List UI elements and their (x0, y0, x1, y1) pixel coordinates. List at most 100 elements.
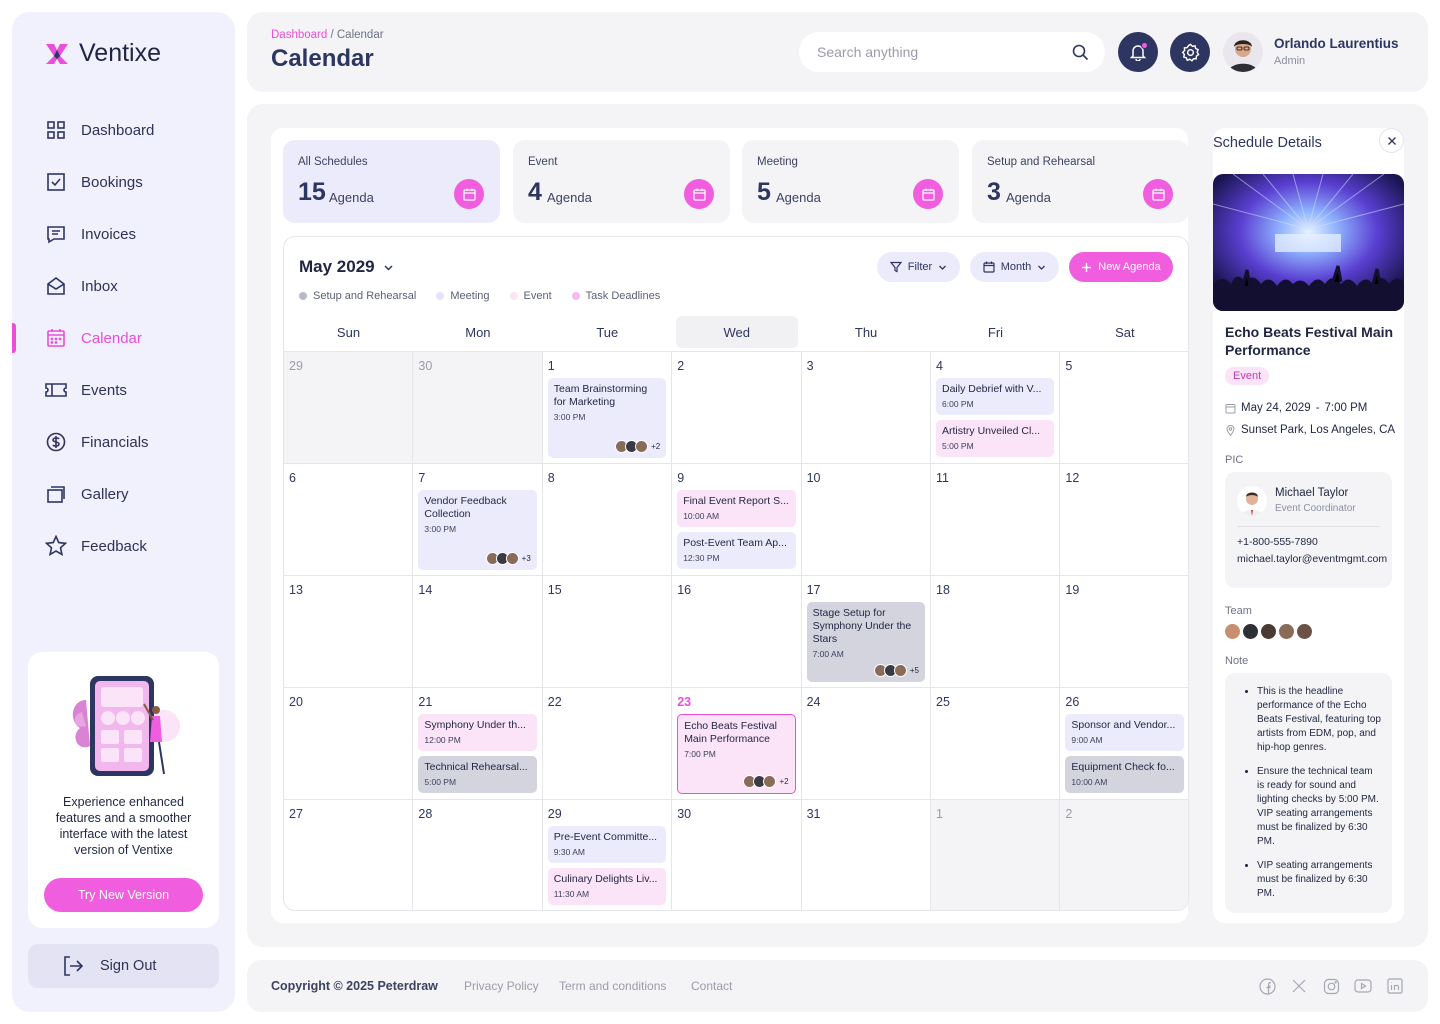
team-avatar[interactable] (1261, 624, 1276, 639)
stat-card-setup-rehearsal[interactable]: Setup and Rehearsal 3 Agenda (972, 140, 1189, 223)
privacy-policy-link[interactable]: Privacy Policy (464, 979, 539, 993)
user-role: Admin (1274, 55, 1306, 67)
team-avatar[interactable] (1297, 624, 1312, 639)
calendar-day-cell[interactable]: 8 (542, 463, 673, 575)
app-logo[interactable]: Ventixe (45, 39, 161, 68)
sidebar-item-invoices[interactable]: Invoices (12, 208, 235, 260)
month-selector[interactable]: May 2029 (299, 257, 394, 277)
calendar-event[interactable]: Technical Rehearsal... 5:00 PM (418, 756, 537, 793)
calendar-day-cell[interactable]: 23 Echo Beats Festival Main Performance 7:… (672, 687, 802, 799)
sidebar-item-financials[interactable]: Financials (12, 416, 235, 468)
instagram-icon[interactable] (1322, 977, 1340, 995)
calendar-event[interactable]: Final Event Report S... 10:00 AM (677, 490, 796, 527)
event-title: Echo Beats Festival Main Performance (684, 720, 777, 745)
calendar-event[interactable]: Equipment Check fo... 10:00 AM (1065, 756, 1184, 793)
sidebar-item-calendar[interactable]: Calendar (12, 312, 235, 364)
search-icon[interactable] (1072, 44, 1089, 61)
stat-card-event[interactable]: Event 4 Agenda (513, 140, 730, 223)
sign-out-button[interactable]: Sign Out (28, 944, 219, 988)
calendar-day-cell[interactable]: 11 (931, 463, 1061, 575)
linkedin-icon[interactable] (1386, 977, 1404, 995)
calendar-day-cell[interactable]: 13 (284, 575, 414, 687)
terms-link[interactable]: Term and conditions (559, 979, 666, 993)
calendar-event[interactable]: Stage Setup for Symphony Under the Stars… (806, 602, 925, 682)
new-agenda-button[interactable]: New Agenda (1069, 252, 1173, 282)
calendar-day-cell[interactable]: 16 (672, 575, 802, 687)
calendar-event[interactable]: Team Brainstorming for Marketing 3:00 PM +… (547, 378, 667, 458)
calendar-day-cell[interactable]: 22 (542, 687, 673, 799)
calendar-day-cell[interactable]: 18 (931, 575, 1061, 687)
calendar-day-cell[interactable]: 3 (801, 351, 931, 463)
calendar-day-cell[interactable]: 29 Pre-Event Committe... 9:30 AM Culinary D… (542, 799, 673, 910)
calendar-day-cell[interactable]: 15 (542, 575, 673, 687)
calendar-day-cell[interactable]: 6 (284, 463, 414, 575)
calendar-day-cell[interactable]: 24 (801, 687, 931, 799)
calendar-day-cell[interactable]: 29 (284, 351, 414, 463)
notifications-button[interactable] (1118, 32, 1158, 72)
legend-item: Task Deadlines (571, 290, 660, 302)
calendar-day-cell[interactable]: 10 (801, 463, 931, 575)
calendar-day-cell[interactable]: 7 Vendor Feedback Collection 3:00 PM +3 (413, 463, 543, 575)
stat-card-all-schedules[interactable]: All Schedules 15 Agenda (283, 140, 500, 223)
settings-button[interactable] (1170, 32, 1210, 72)
view-mode-select[interactable]: Month (970, 252, 1059, 282)
calendar-day-cell[interactable]: 2 (672, 351, 802, 463)
sidebar-item-dashboard[interactable]: Dashboard (12, 104, 235, 156)
filter-button[interactable]: Filter (877, 252, 960, 282)
close-details-button[interactable] (1379, 128, 1404, 153)
calendar-day-cell[interactable]: 30 (672, 799, 802, 910)
calendar-event[interactable]: Vendor Feedback Collection 3:00 PM +3 (418, 490, 537, 570)
pic-email[interactable]: michael.taylor@eventmgmt.com (1237, 553, 1387, 566)
search-input[interactable]: Search anything (799, 32, 1105, 72)
calendar-day-cell[interactable]: 4 Daily Debrief with V... 6:00 PM Artistry … (931, 351, 1061, 463)
attendee-avatars: +3 (485, 552, 531, 565)
calendar-day-cell[interactable]: 25 (931, 687, 1061, 799)
ticket-icon (45, 379, 67, 401)
x-icon[interactable] (1290, 977, 1308, 995)
calendar-day-cell[interactable]: 31 (801, 799, 931, 910)
calendar-day-cell[interactable]: 2 (1060, 799, 1188, 910)
calendar-event[interactable]: Sponsor and Vendor... 9:00 AM (1065, 714, 1184, 751)
try-new-version-button[interactable]: Try New Version (44, 878, 203, 912)
facebook-icon[interactable] (1258, 977, 1276, 995)
team-avatar[interactable] (1225, 624, 1240, 639)
calendar-event[interactable]: Post-Event Team Ap... 12:30 PM (677, 532, 796, 569)
stat-card-meeting[interactable]: Meeting 5 Agenda (742, 140, 959, 223)
calendar-day-cell[interactable]: 19 (1060, 575, 1188, 687)
calendar-event[interactable]: Pre-Event Committe... 9:30 AM (547, 826, 667, 863)
calendar-day-cell[interactable]: 9 Final Event Report S... 10:00 AM Post-Eve… (672, 463, 802, 575)
calendar-event[interactable]: Echo Beats Festival Main Performance 7:00… (677, 714, 796, 794)
calendar-event[interactable]: Daily Debrief with V... 6:00 PM (936, 378, 1055, 415)
sidebar-item-events[interactable]: Events (12, 364, 235, 416)
sidebar-item-inbox[interactable]: Inbox (12, 260, 235, 312)
calendar-event[interactable]: Symphony Under th... 12:00 PM (418, 714, 537, 751)
calendar-day-cell[interactable]: 17 Stage Setup for Symphony Under the Sta… (801, 575, 931, 687)
sidebar-item-gallery[interactable]: Gallery (12, 468, 235, 520)
youtube-icon[interactable] (1354, 977, 1372, 995)
calendar-day-cell[interactable]: 12 (1060, 463, 1188, 575)
day-number: 30 (677, 807, 692, 821)
event-date: May 24, 2029 (1241, 402, 1311, 414)
team-avatar[interactable] (1243, 624, 1258, 639)
calendar-day-cell[interactable]: 5 (1060, 351, 1188, 463)
user-avatar[interactable] (1223, 32, 1263, 72)
calendar-day-cell[interactable]: 1 Team Brainstorming for Marketing 3:00 PM… (542, 351, 673, 463)
calendar-day-cell[interactable]: 30 (413, 351, 543, 463)
calendar-day-cell[interactable]: 26 Sponsor and Vendor... 9:00 AM Equipment … (1060, 687, 1188, 799)
team-avatar[interactable] (1279, 624, 1294, 639)
sidebar-item-bookings[interactable]: Bookings (12, 156, 235, 208)
calendar-event[interactable]: Artistry Unveiled Cl... 5:00 PM (936, 420, 1055, 457)
calendar-day-cell[interactable]: 21 Symphony Under th... 12:00 PM Technical … (413, 687, 543, 799)
calendar-day-cell[interactable]: 27 (284, 799, 414, 910)
calendar-day-cell[interactable]: 20 (284, 687, 414, 799)
user-name: Orlando Laurentius (1274, 36, 1399, 51)
calendar-day-cell[interactable]: 14 (413, 575, 543, 687)
sidebar-item-feedback[interactable]: Feedback (12, 520, 235, 572)
calendar-event[interactable]: Culinary Delights Liv... 11:30 AM (547, 868, 667, 905)
pic-phone[interactable]: +1-800-555-7890 (1237, 536, 1318, 548)
calendar-day-cell[interactable]: 28 (413, 799, 543, 910)
calendar-day-cell[interactable]: 1 (931, 799, 1061, 910)
note-item: VIP seating arrangements must be finaliz… (1257, 859, 1382, 901)
contact-link[interactable]: Contact (691, 979, 732, 993)
breadcrumb-dashboard-link[interactable]: Dashboard (271, 29, 327, 41)
